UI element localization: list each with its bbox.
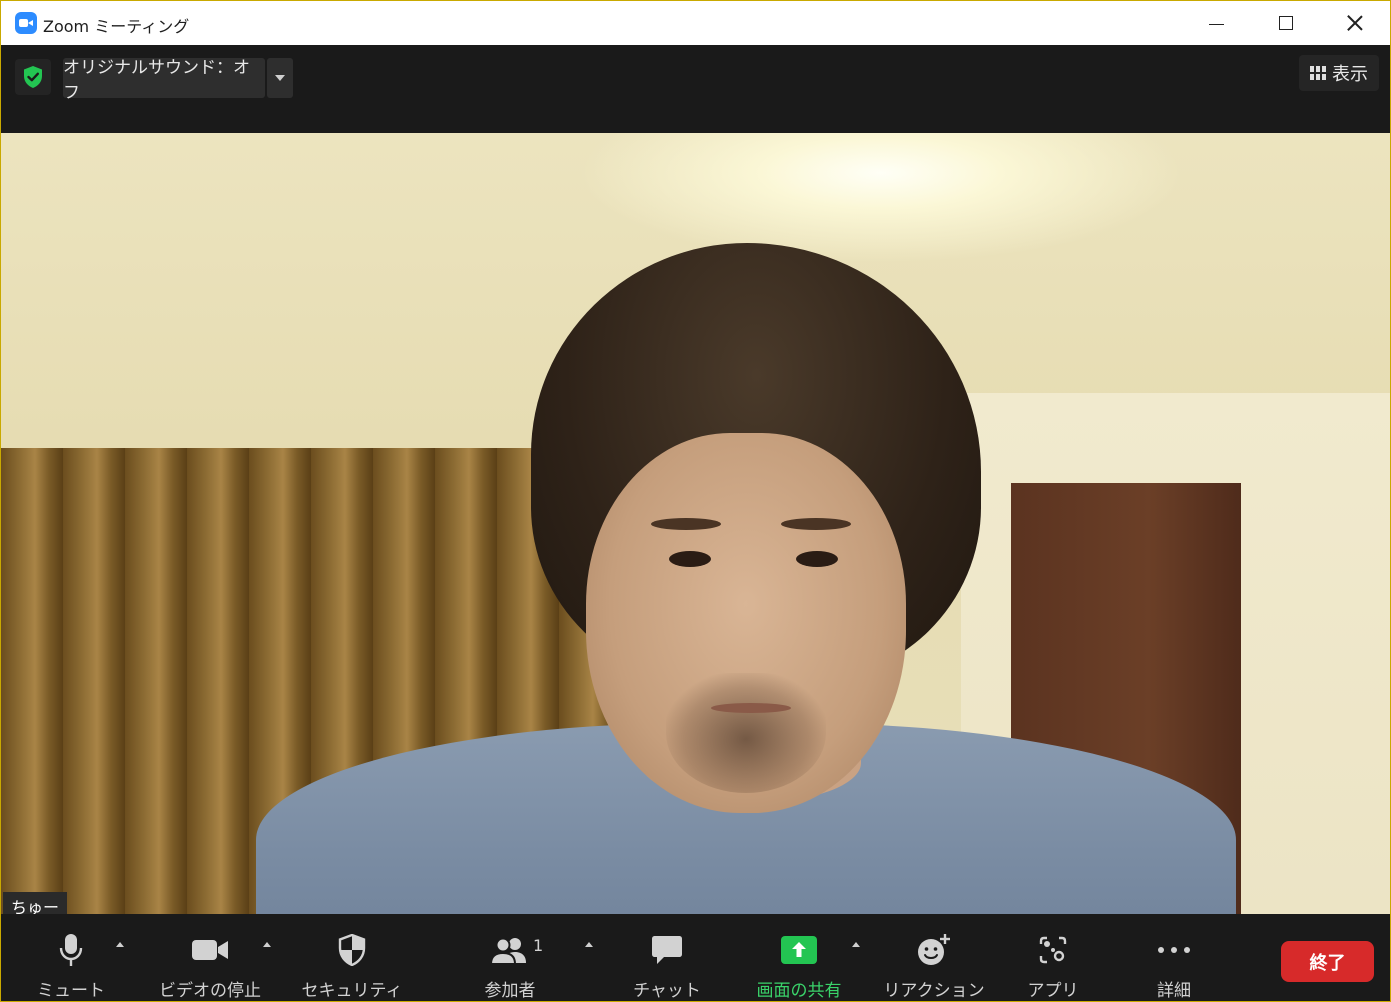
security-button[interactable]: セキュリティ	[301, 914, 403, 1001]
participants-button[interactable]: 参加者	[475, 914, 545, 1001]
window-title: Zoom ミーティング	[43, 17, 190, 36]
close-icon	[1347, 15, 1363, 31]
microphone-icon	[59, 934, 83, 966]
share-screen-icon	[781, 936, 817, 964]
zoom-app-icon	[15, 12, 37, 34]
add-reaction-icon	[918, 934, 950, 965]
participants-label: 参加者	[484, 981, 536, 1001]
reactions-button[interactable]: リアクション	[883, 914, 985, 1001]
chat-button[interactable]: チャット	[633, 914, 701, 1001]
participant-video	[1, 133, 1390, 914]
apps-button[interactable]: アプリ	[1017, 914, 1089, 1001]
mute-label: ミュート	[37, 981, 105, 1001]
meeting-top-bar: オリジナルサウンド：オフ 表示	[1, 45, 1390, 133]
share-options-caret[interactable]	[852, 942, 860, 947]
title-bar: Zoom ミーティング	[1, 1, 1390, 45]
apps-label: アプリ	[1027, 981, 1079, 1001]
more-dots-icon	[1158, 947, 1190, 953]
participants-icon	[491, 937, 526, 964]
chat-label: チャット	[633, 981, 701, 1001]
chevron-down-icon	[275, 75, 285, 81]
participants-count: 1	[533, 936, 544, 955]
participants-options-caret[interactable]	[585, 942, 593, 947]
share-screen-label: 画面の共有	[756, 981, 842, 1001]
original-sound-dropdown[interactable]	[267, 58, 293, 98]
more-label: 詳細	[1157, 981, 1191, 1001]
shield-icon	[338, 934, 366, 966]
share-screen-button[interactable]: 画面の共有	[747, 914, 851, 1001]
original-sound-button[interactable]: オリジナルサウンド：オフ	[63, 58, 265, 103]
more-button[interactable]: 詳細	[1139, 914, 1209, 1001]
audio-options-caret[interactable]	[116, 942, 124, 947]
security-label: セキュリティ	[301, 981, 403, 1001]
maximize-icon	[1279, 16, 1293, 30]
view-button-label: 表示	[1332, 64, 1368, 85]
zoom-meeting-window: Zoom ミーティング オリジナルサウンド：オフ 表示 ちゅー ミュート ビデオ…	[0, 0, 1391, 1002]
video-options-caret[interactable]	[263, 942, 271, 947]
end-meeting-button[interactable]: 終了	[1281, 941, 1374, 982]
minimize-button[interactable]	[1182, 1, 1250, 45]
view-button[interactable]: 表示	[1299, 55, 1379, 91]
meeting-toolbar: ミュート ビデオの停止 セキュリティ 参加者 1 チャット 画面の共有 リアクシ…	[1, 914, 1390, 1001]
maximize-button[interactable]	[1252, 1, 1320, 45]
reactions-label: リアクション	[883, 981, 985, 1001]
mute-button[interactable]: ミュート	[35, 914, 107, 1001]
stop-video-button[interactable]: ビデオの停止	[157, 914, 263, 1001]
apps-icon	[1039, 936, 1067, 964]
video-camera-icon	[192, 940, 228, 960]
minimize-icon	[1208, 23, 1224, 25]
grid-view-icon	[1310, 66, 1326, 80]
stop-video-label: ビデオの停止	[159, 981, 261, 1001]
close-button[interactable]	[1321, 1, 1389, 45]
chat-bubble-icon	[652, 936, 682, 964]
encryption-badge[interactable]	[15, 59, 51, 95]
shield-check-icon	[24, 66, 42, 88]
